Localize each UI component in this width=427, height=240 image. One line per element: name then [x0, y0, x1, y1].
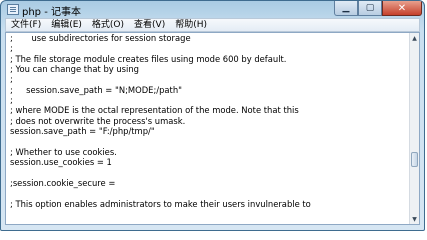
window-title: php - 记事本	[22, 7, 81, 18]
menu-format[interactable]: 格式(O)	[87, 19, 129, 31]
menu-help[interactable]: 帮助(H)	[170, 19, 212, 31]
text-line: session.save_path = "F:/php/tmp/"	[10, 126, 155, 137]
text-line: ;session.cookie_secure =	[10, 177, 116, 188]
text-line: ;	[10, 95, 13, 106]
text-line: ; session.save_path = "N;MODE;/path"	[10, 84, 183, 95]
menu-file[interactable]: 文件(F)	[6, 19, 46, 31]
text-line: ; This option enables administrators to …	[10, 198, 311, 209]
text-line: ; You can change that by using	[10, 64, 139, 75]
notepad-icon	[7, 4, 19, 15]
close-button[interactable]: ✕	[382, 1, 422, 16]
minimize-button[interactable]: ▁	[334, 1, 358, 16]
maximize-button[interactable]: ▢	[358, 1, 382, 16]
text-line: ; Whether to use cookies.	[10, 146, 117, 157]
scroll-down-arrow-icon[interactable]: ▼	[410, 214, 419, 224]
vertical-scrollbar[interactable]: ▲ ▼	[409, 33, 419, 224]
text-line	[10, 209, 405, 219]
window-bottom-edge	[5, 225, 420, 230]
scroll-up-arrow-icon[interactable]: ▲	[410, 33, 419, 43]
text-line	[10, 136, 405, 146]
text-line: ; does not overwrite the process's umask…	[10, 115, 186, 126]
window-controls: ▁ ▢ ✕	[334, 1, 422, 16]
text-line: ;	[10, 43, 13, 54]
title-bar[interactable]: php - 记事本 ▁ ▢ ✕	[1, 1, 424, 18]
text-area[interactable]: ; use subdirectories for session storage…	[10, 33, 405, 224]
text-line: ; use subdirectories for session storage	[10, 33, 191, 43]
text-line: ;	[10, 74, 13, 85]
text-line: session.use_cookies = 1	[10, 157, 112, 168]
scrollbar-thumb[interactable]	[411, 152, 418, 168]
text-line: ; where MODE is the octal representation…	[10, 105, 299, 116]
notepad-window: php - 记事本 ▁ ▢ ✕ 文件(F) 编辑(E) 格式(O) 查看(V) …	[0, 0, 425, 231]
text-line	[10, 167, 405, 177]
menu-bar: 文件(F) 编辑(E) 格式(O) 查看(V) 帮助(H)	[5, 18, 420, 32]
text-line	[10, 188, 405, 198]
menu-edit[interactable]: 编辑(E)	[46, 19, 87, 31]
text-editor[interactable]: ; use subdirectories for session storage…	[5, 32, 420, 225]
text-line: ; The file storage module creates files …	[10, 53, 287, 64]
menu-view[interactable]: 查看(V)	[129, 19, 170, 31]
